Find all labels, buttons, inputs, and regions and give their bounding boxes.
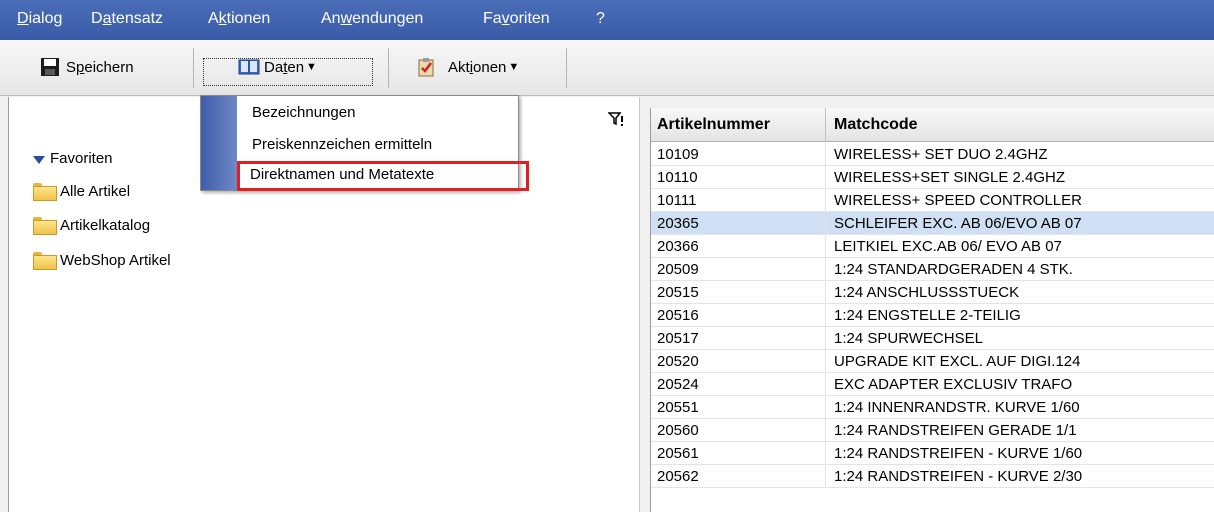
cell-matchcode: WIRELESS+SET SINGLE 2.4GHZ: [834, 169, 1066, 186]
menu-sidebar: [201, 96, 237, 190]
menu-datensatz[interactable]: Datensatz: [91, 10, 163, 28]
folder-icon: [33, 183, 57, 201]
table-row[interactable]: 20515 1:24 ANSCHLUSSSTUECK: [651, 281, 1214, 304]
tree-item-webshop-artikel[interactable]: WebShop Artikel: [33, 248, 171, 272]
cell-matchcode: EXC ADAPTER EXCLUSIV TRAFO: [834, 376, 1073, 393]
focus-rectangle: [203, 58, 373, 86]
cell-artikelnummer: 20551: [657, 399, 699, 416]
menu-anwendungen[interactable]: Anwendungen: [321, 10, 423, 28]
article-grid: Artikelnummer Matchcode 10109 WIRELESS+ S…: [650, 108, 1214, 512]
cell-matchcode: LEITKIEL EXC.AB 06/ EVO AB 07: [834, 238, 1062, 255]
aktionen-dropdown-button[interactable]: Aktionen ▼: [416, 50, 519, 84]
table-row[interactable]: 10109 WIRELESS+ SET DUO 2.4GHZ: [651, 143, 1214, 166]
table-row[interactable]: 20366 LEITKIEL EXC.AB 06/ EVO AB 07: [651, 235, 1214, 258]
table-row[interactable]: 20509 1:24 STANDARDGERADEN 4 STK.: [651, 258, 1214, 281]
cell-artikelnummer: 20366: [657, 238, 699, 255]
cell-artikelnummer: 20516: [657, 307, 699, 324]
cell-matchcode: 1:24 INNENRANDSTR. KURVE 1/60: [834, 399, 1080, 416]
save-button[interactable]: Speichern: [40, 50, 134, 84]
table-row[interactable]: 10110 WIRELESS+SET SINGLE 2.4GHZ: [651, 166, 1214, 189]
cell-matchcode: 1:24 RANDSTREIFEN GERADE 1/1: [834, 422, 1077, 439]
cell-artikelnummer: 20515: [657, 284, 699, 301]
table-row[interactable]: 20365 SCHLEIFER EXC. AB 06/EVO AB 07: [651, 212, 1214, 235]
cell-matchcode: WIRELESS+ SET DUO 2.4GHZ: [834, 146, 1048, 163]
table-row[interactable]: 20561 1:24 RANDSTREIFEN - KURVE 1/60: [651, 442, 1214, 465]
menu-favoriten[interactable]: Favoriten: [483, 10, 550, 28]
folder-icon: [33, 252, 57, 270]
folder-icon: [33, 217, 57, 235]
cell-artikelnummer: 20365: [657, 215, 699, 232]
menu-aktionen[interactable]: Aktionen: [208, 10, 270, 28]
menu-item-preiskennzeichen-ermitteln[interactable]: Preiskennzeichen ermitteln: [252, 131, 432, 157]
cell-matchcode: 1:24 ENGSTELLE 2-TEILIG: [834, 307, 1021, 324]
cell-artikelnummer: 10110: [657, 169, 698, 186]
menu-dialog[interactable]: Dialog: [17, 10, 62, 28]
toolbar: Speichern Daten ▼ Aktionen ▼: [0, 40, 1214, 96]
tree-item-artikelkatalog[interactable]: Artikelkatalog: [33, 213, 150, 237]
table-row[interactable]: 20517 1:24 SPURWECHSEL: [651, 327, 1214, 350]
cell-matchcode: 1:24 RANDSTREIFEN - KURVE 2/30: [834, 468, 1083, 485]
cell-matchcode: UPGRADE KIT EXCL. AUF DIGI.124: [834, 353, 1081, 370]
clipboard-check-icon: [416, 57, 436, 77]
cell-artikelnummer: 10109: [657, 146, 699, 163]
dropdown-arrow-icon: ▼: [508, 61, 520, 73]
tree-item-alle-artikel[interactable]: Alle Artikel: [33, 179, 130, 203]
cell-artikelnummer: 20562: [657, 468, 699, 485]
cell-artikelnummer: 20517: [657, 330, 699, 347]
table-row[interactable]: 20560 1:24 RANDSTREIFEN GERADE 1/1: [651, 419, 1214, 442]
table-row[interactable]: 20520 UPGRADE KIT EXCL. AUF DIGI.124: [651, 350, 1214, 373]
cell-artikelnummer: 20560: [657, 422, 699, 439]
table-row[interactable]: 20551 1:24 INNENRANDSTR. KURVE 1/60: [651, 396, 1214, 419]
highlight-annotation: [237, 161, 529, 191]
cell-matchcode: 1:24 STANDARDGERADEN 4 STK.: [834, 261, 1073, 278]
cell-artikelnummer: 20524: [657, 376, 699, 393]
cell-matchcode: SCHLEIFER EXC. AB 06/EVO AB 07: [834, 215, 1082, 232]
table-row[interactable]: 10111 WIRELESS+ SPEED CONTROLLER: [651, 189, 1214, 212]
cell-artikelnummer: 20520: [657, 353, 699, 370]
cell-matchcode: 1:24 RANDSTREIFEN - KURVE 1/60: [834, 445, 1083, 462]
cell-matchcode: 1:24 ANSCHLUSSSTUECK: [834, 284, 1020, 301]
floppy-disk-icon: [40, 57, 60, 77]
cell-matchcode: 1:24 SPURWECHSEL: [834, 330, 983, 347]
grid-header: Artikelnummer Matchcode: [651, 108, 1214, 142]
cell-matchcode: WIRELESS+ SPEED CONTROLLER: [834, 192, 1082, 209]
tree-item-favoriten[interactable]: Favoriten: [33, 146, 113, 170]
table-row[interactable]: 20524 EXC ADAPTER EXCLUSIV TRAFO: [651, 373, 1214, 396]
menu-help[interactable]: ?: [596, 10, 605, 28]
column-header-matchcode[interactable]: Matchcode: [834, 116, 918, 134]
filter-toggle-icon[interactable]: [607, 111, 624, 130]
menu-bar: Dialog Datensatz Aktionen Anwendungen Fa…: [0, 0, 1214, 40]
table-row[interactable]: 20516 1:24 ENGSTELLE 2-TEILIG: [651, 304, 1214, 327]
cell-artikelnummer: 20509: [657, 261, 699, 278]
cell-artikelnummer: 10111: [657, 192, 697, 209]
filter-icon: [33, 156, 45, 164]
menu-item-bezeichnungen[interactable]: Bezeichnungen: [252, 99, 355, 125]
column-header-artikelnummer[interactable]: Artikelnummer: [657, 116, 770, 134]
table-row[interactable]: 20562 1:24 RANDSTREIFEN - KURVE 2/30: [651, 465, 1214, 488]
cell-artikelnummer: 20561: [657, 445, 699, 462]
